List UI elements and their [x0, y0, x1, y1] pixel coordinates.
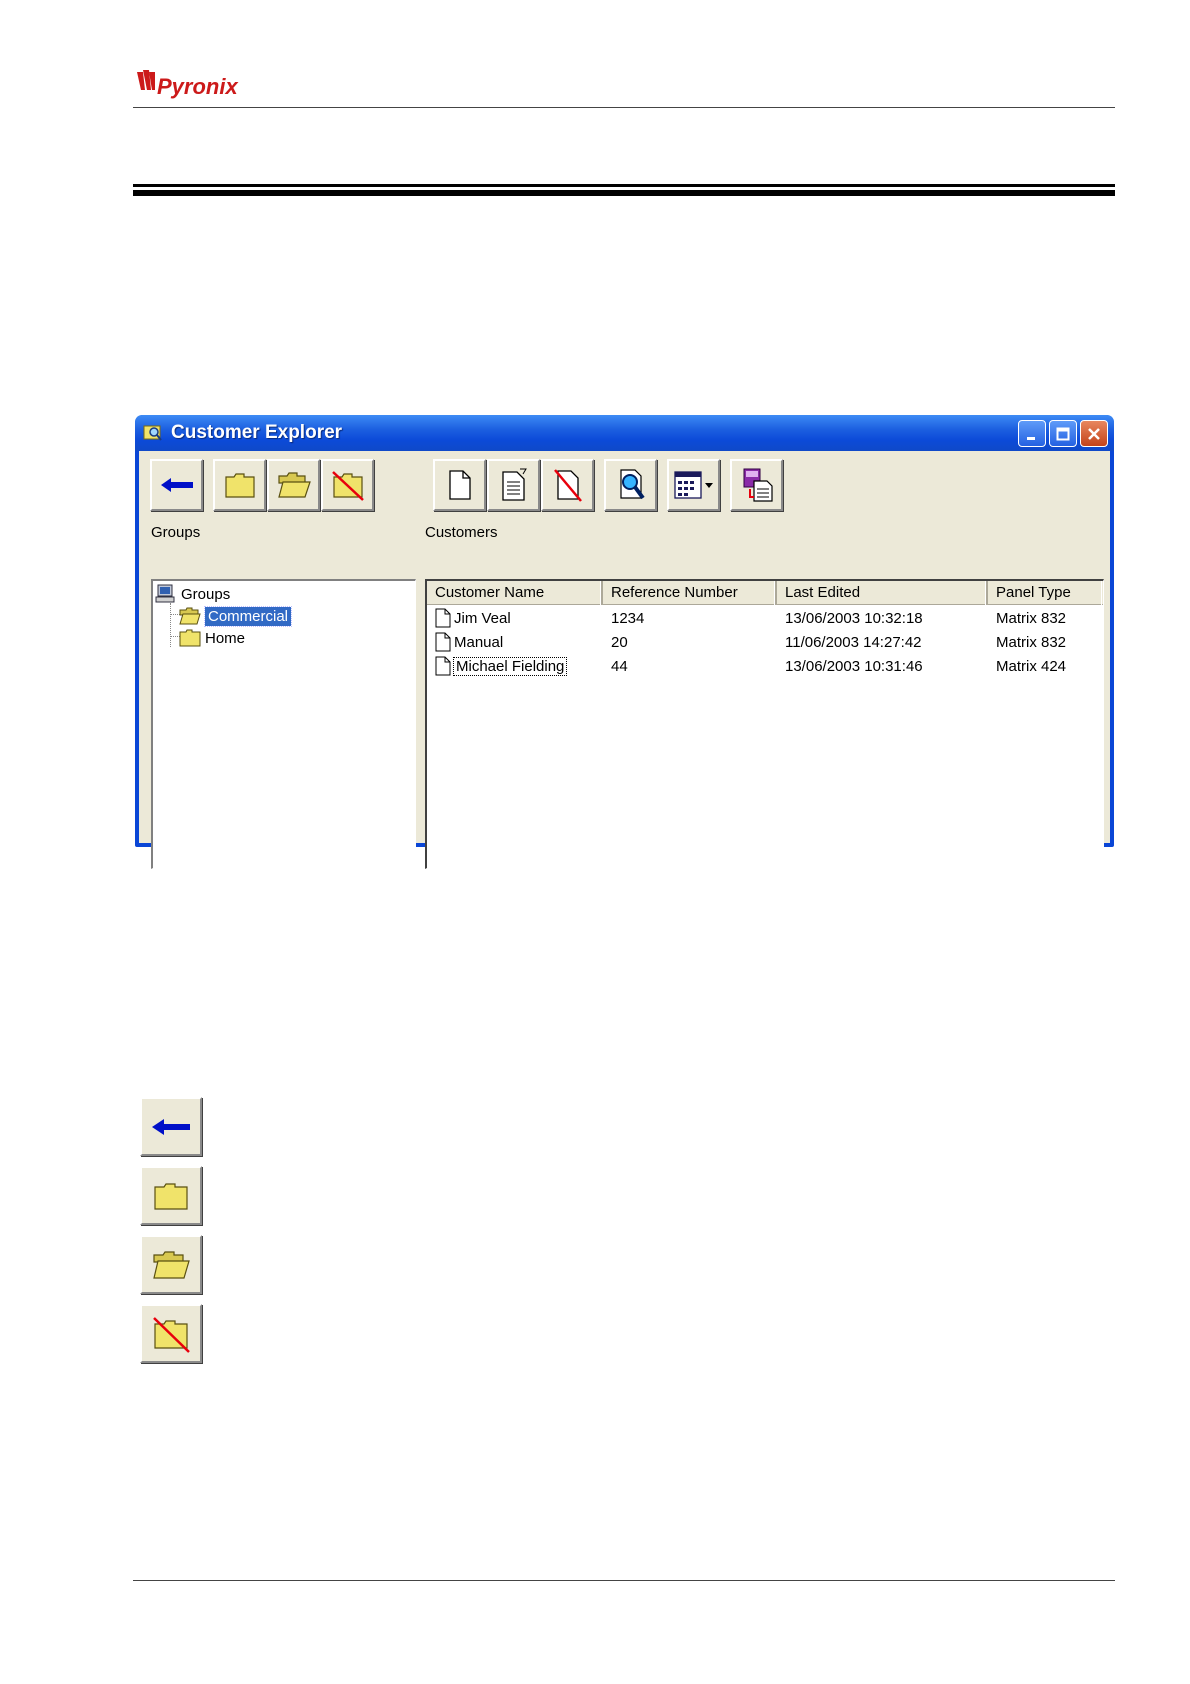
reference-number: 20: [611, 633, 628, 651]
tree-item-home[interactable]: Home: [179, 627, 245, 649]
edit-customer-button[interactable]: [487, 459, 540, 511]
groups-toolbar: [150, 459, 375, 511]
new-document-icon: [448, 470, 471, 500]
new-folder-icon: [224, 473, 255, 498]
last-edited: 13/06/2003 10:32:18: [785, 609, 923, 627]
tree-root-groups[interactable]: Groups: [155, 583, 230, 605]
delete-folder-icon: [331, 471, 364, 501]
new-customer-button[interactable]: [433, 459, 486, 511]
delete-folder-icon: [153, 1316, 190, 1353]
delete-document-icon: [553, 469, 582, 502]
groups-pane-label: Groups: [151, 524, 201, 541]
column-header-panel-type[interactable]: Panel Type: [988, 581, 1102, 605]
export-customer-button[interactable]: [730, 459, 783, 511]
new-group-button[interactable]: [213, 459, 266, 511]
customer-name: Jim Veal: [454, 609, 511, 627]
customers-toolbar: [433, 459, 784, 511]
legend-open-folder-button: [140, 1235, 202, 1294]
last-edited: 11/06/2003 14:27:42: [785, 633, 922, 651]
pyronix-logo: Pyronix: [137, 70, 238, 99]
panel-type: Matrix 832: [996, 609, 1067, 627]
legend-new-folder-button: [140, 1166, 202, 1225]
back-button[interactable]: [150, 459, 203, 511]
table-row[interactable]: Manual 20 11/06/2003 14:27:42 Matrix 832: [427, 630, 1103, 654]
column-header-reference-number[interactable]: Reference Number: [603, 581, 777, 605]
minimize-icon: [1027, 436, 1035, 440]
window-title: Customer Explorer: [171, 422, 343, 443]
open-folder-icon: [277, 472, 311, 498]
delete-group-button[interactable]: [321, 459, 374, 511]
footer-rule: [133, 1580, 1115, 1581]
tree-item-label: Home: [205, 629, 246, 647]
back-arrow-icon: [152, 1118, 190, 1135]
table-row[interactable]: Michael Fielding 44 13/06/2003 10:31:46 …: [427, 654, 1103, 678]
customer-name: Michael Fielding: [452, 656, 568, 676]
close-button[interactable]: [1080, 420, 1108, 447]
customer-name: Manual: [454, 633, 504, 651]
customers-pane-label: Customers: [425, 524, 498, 541]
computer-icon: [155, 584, 175, 603]
reference-number: 44: [611, 657, 628, 675]
customer-explorer-window: Customer Explorer Groups Customers Group…: [135, 415, 1114, 869]
edit-document-icon: [501, 468, 527, 501]
open-folder-icon: [153, 1250, 190, 1279]
tree-root-label: Groups: [181, 585, 231, 603]
delete-customer-button[interactable]: [541, 459, 594, 511]
folder-icon: [179, 629, 201, 647]
search-document-icon: [619, 469, 645, 500]
minimize-button[interactable]: [1018, 420, 1046, 447]
view-options-dropdown-icon: [673, 471, 713, 499]
new-folder-icon: [154, 1182, 188, 1210]
search-customer-button[interactable]: [604, 459, 657, 511]
column-header-last-edited[interactable]: Last Edited: [777, 581, 988, 605]
export-document-icon: [743, 468, 773, 502]
logo-wordmark: Pyronix: [157, 74, 238, 99]
panel-type: Matrix 832: [996, 633, 1067, 651]
customer-explorer-icon: [143, 425, 162, 441]
title-bar[interactable]: Customer Explorer: [135, 415, 1114, 451]
close-icon: [1088, 427, 1100, 440]
tree-item-commercial[interactable]: Commercial: [179, 605, 293, 627]
document-icon: [435, 608, 451, 628]
customers-list[interactable]: Customer Name Reference Number Last Edit…: [425, 579, 1104, 869]
window-client-area: Groups Customers Groups Commercial Home …: [139, 451, 1110, 869]
legend-delete-folder-button: [140, 1304, 202, 1363]
groups-tree[interactable]: Groups Commercial Home: [151, 579, 416, 869]
last-edited: 13/06/2003 10:31:46: [785, 657, 923, 675]
list-header: Customer Name Reference Number Last Edit…: [427, 581, 1103, 605]
table-row[interactable]: Jim Veal 1234 13/06/2003 10:32:18 Matrix…: [427, 606, 1103, 630]
header-rule: [133, 107, 1115, 108]
open-group-button[interactable]: [267, 459, 320, 511]
tree-item-label: Commercial: [203, 605, 293, 627]
legend-back-button: [140, 1097, 202, 1156]
document-icon: [435, 656, 451, 676]
back-arrow-icon: [160, 478, 193, 492]
maximize-button[interactable]: [1049, 420, 1077, 447]
open-folder-icon: [179, 607, 201, 625]
maximize-icon: [1056, 427, 1070, 440]
panel-type: Matrix 424: [996, 657, 1067, 675]
section-rule: [133, 184, 1115, 196]
view-options-button[interactable]: [667, 459, 720, 511]
column-header-customer-name[interactable]: Customer Name: [427, 581, 603, 605]
document-icon: [435, 632, 451, 652]
reference-number: 1234: [611, 609, 645, 627]
